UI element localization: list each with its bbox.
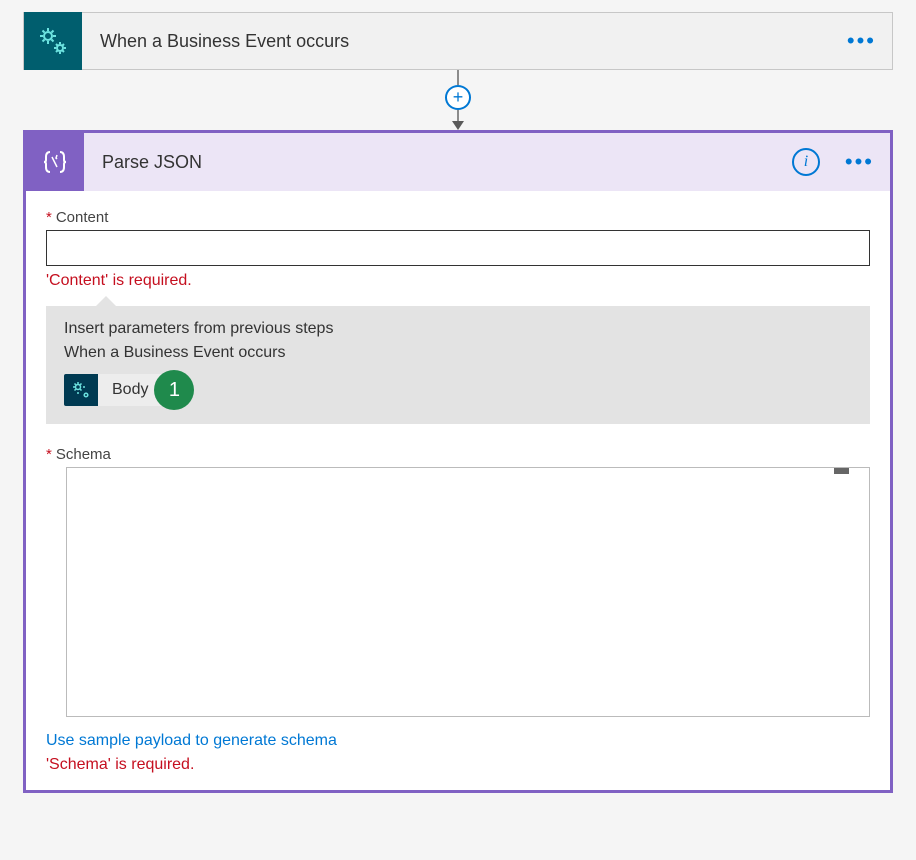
content-error: 'Content' is required. (46, 272, 870, 290)
trigger-card[interactable]: When a Business Event occurs ••• (23, 12, 893, 70)
schema-label-text: Schema (56, 446, 111, 463)
add-step-button[interactable]: + (445, 85, 471, 110)
body-token[interactable]: Body (64, 374, 162, 406)
more-menu-icon[interactable]: ••• (845, 151, 874, 173)
insert-parameters-title: Insert parameters from previous steps (64, 320, 852, 338)
content-input[interactable] (46, 230, 870, 266)
callout-badge-1: 1 (154, 370, 194, 410)
connector: + (445, 70, 471, 130)
gears-icon (24, 12, 82, 70)
schema-label: *Schema (46, 446, 870, 463)
insert-source-label: When a Business Event occurs (64, 344, 852, 362)
action-header[interactable]: Parse JSON i ••• (26, 133, 890, 191)
trigger-title: When a Business Event occurs (82, 31, 349, 52)
action-title: Parse JSON (84, 152, 202, 173)
content-label: *Content (46, 209, 870, 226)
content-label-text: Content (56, 209, 109, 226)
schema-input[interactable] (66, 467, 870, 717)
braces-icon (26, 133, 84, 191)
arrow-down-icon (452, 121, 464, 130)
scrollbar-hint (834, 468, 849, 474)
schema-error: 'Schema' is required. (46, 756, 870, 774)
token-label: Body (98, 381, 162, 399)
generate-schema-link[interactable]: Use sample payload to generate schema (46, 732, 337, 750)
dynamic-content-panel: Insert parameters from previous steps Wh… (46, 306, 870, 424)
gears-icon (64, 374, 98, 406)
action-card: Parse JSON i ••• *Content 'Content' is r… (23, 130, 893, 793)
info-icon[interactable]: i (792, 148, 820, 176)
more-menu-icon[interactable]: ••• (847, 30, 876, 52)
